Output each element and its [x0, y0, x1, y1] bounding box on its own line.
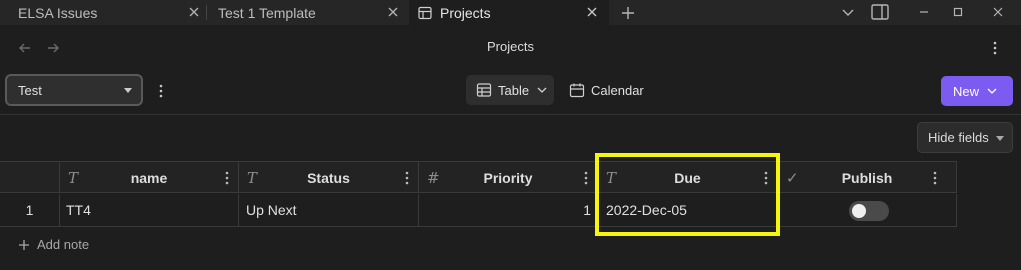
hide-fields-label: Hide fields	[928, 130, 989, 145]
calendar-view-button[interactable]: Calendar	[563, 75, 653, 105]
new-tab-icon[interactable]	[619, 4, 637, 22]
tab-projects[interactable]: Projects	[409, 0, 609, 25]
highlight-box	[595, 153, 780, 236]
column-header-name[interactable]: T name	[59, 161, 238, 193]
column-menu-icon[interactable]	[579, 169, 593, 187]
dropdown-caret-icon	[996, 136, 1004, 141]
view-options-icon[interactable]	[154, 83, 168, 99]
row-index: 1	[0, 194, 59, 227]
plus-icon	[17, 238, 31, 252]
column-header-status[interactable]: T Status	[238, 161, 418, 193]
add-note-label: Add note	[37, 237, 90, 252]
tab-test-1-template[interactable]: Test 1 Template	[207, 0, 409, 25]
chevron-down-icon[interactable]	[840, 4, 856, 20]
tab-label: ELSA Issues	[18, 4, 98, 21]
column-title: Status	[307, 170, 350, 186]
toolbar-divider	[0, 114, 1021, 115]
column-menu-icon[interactable]	[928, 169, 942, 187]
tab-label: Test 1 Template	[218, 4, 316, 21]
column-title: name	[130, 170, 168, 186]
toggle-knob	[852, 204, 866, 218]
tab-label: Projects	[440, 4, 491, 21]
view-select[interactable]: Test	[5, 74, 143, 106]
cell-priority[interactable]: 1	[418, 194, 597, 227]
hide-fields-button[interactable]: Hide fields	[917, 122, 1013, 153]
column-header-publish[interactable]: ✓ Publish	[777, 161, 957, 193]
close-icon[interactable]	[584, 4, 600, 20]
table-header: T name T Status # Priority T Due ✓ Publi…	[0, 161, 960, 194]
column-title: Priority	[483, 170, 533, 186]
view-select-value: Test	[18, 82, 42, 98]
table-view-button[interactable]: Table	[466, 75, 554, 105]
new-button-label: New	[953, 83, 980, 99]
cell-status[interactable]: Up Next	[238, 194, 418, 227]
minimize-icon[interactable]	[916, 4, 932, 20]
calendar-view-label: Calendar	[591, 82, 644, 98]
table-icon	[418, 6, 432, 20]
add-note-button[interactable]: Add note	[17, 237, 89, 252]
publish-toggle[interactable]	[849, 201, 889, 221]
close-icon[interactable]	[385, 4, 401, 20]
column-menu-icon[interactable]	[400, 169, 414, 187]
cell-name[interactable]: TT4	[59, 194, 238, 227]
sidebar-toggle-icon[interactable]	[870, 3, 890, 21]
column-header-priority[interactable]: # Priority	[418, 161, 597, 193]
more-options-icon[interactable]	[987, 40, 1003, 56]
table-view-label: Table	[498, 82, 530, 98]
calendar-icon	[569, 82, 585, 98]
row-index-header	[0, 161, 59, 193]
table-icon	[476, 82, 492, 98]
dropdown-caret-icon	[124, 88, 132, 93]
close-icon[interactable]	[186, 4, 202, 20]
chevron-down-icon	[536, 84, 548, 96]
page-title: Projects	[487, 39, 534, 54]
column-menu-icon[interactable]	[220, 169, 234, 187]
maximize-icon[interactable]	[950, 4, 966, 20]
new-button[interactable]: New	[941, 76, 1013, 106]
window-close-icon[interactable]	[990, 4, 1006, 20]
tab-elsa-issues[interactable]: ELSA Issues	[0, 0, 206, 25]
chevron-down-icon	[986, 85, 998, 97]
